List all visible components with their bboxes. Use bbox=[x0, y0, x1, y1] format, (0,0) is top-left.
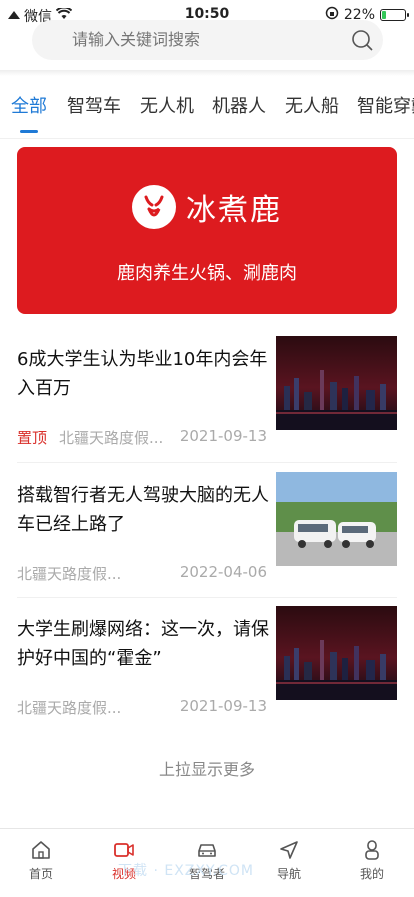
news-item[interactable]: 6成大学生认为毕业10年内会年入百万 置顶 北疆天路度假... 2021-09-… bbox=[0, 336, 414, 455]
news-meta: 置顶 北疆天路度假... 2021-09-13 bbox=[17, 427, 267, 448]
news-thumbnail[interactable] bbox=[276, 472, 397, 566]
tab-drone[interactable]: 无人机 bbox=[140, 92, 194, 118]
ad-banner[interactable]: 冰煮鹿 鹿肉养生火锅、涮鹿肉 bbox=[17, 147, 397, 314]
load-more-hint: 上拉显示更多 bbox=[158, 760, 255, 779]
nav-label: 我的 bbox=[359, 867, 384, 881]
tabs-divider bbox=[0, 138, 414, 139]
nav-profile[interactable]: 我的 bbox=[342, 839, 402, 882]
tab-robot[interactable]: 机器人 bbox=[212, 92, 266, 118]
news-source: 北疆天路度假... bbox=[17, 565, 122, 583]
banner-slogan: 鹿肉养生火锅、涮鹿肉 bbox=[117, 263, 297, 284]
navigation-icon bbox=[280, 841, 298, 859]
watermark: 下载 · EXZXY.COM bbox=[118, 863, 255, 879]
search-input[interactable] bbox=[72, 20, 342, 60]
news-thumbnail[interactable] bbox=[276, 606, 397, 700]
nav-home[interactable]: 首页 bbox=[11, 839, 71, 882]
news-item[interactable]: 搭载智行者无人驾驶大脑的无人车已经上路了 北疆天路度假... 2022-04-0… bbox=[0, 472, 414, 591]
car-icon bbox=[198, 844, 216, 857]
list-divider bbox=[17, 597, 397, 598]
news-date: 2021-09-13 bbox=[179, 697, 267, 715]
tab-smart-wearable[interactable]: 智能穿戴 bbox=[357, 92, 414, 118]
header-divider bbox=[0, 70, 414, 76]
news-source: 北疆天路度假... bbox=[17, 699, 122, 717]
deer-logo-icon bbox=[132, 185, 176, 229]
home-icon bbox=[32, 841, 50, 859]
banner-brand: 冰煮鹿 bbox=[186, 193, 282, 228]
news-source: 北疆天路度假... bbox=[59, 429, 164, 447]
nav-navigation[interactable]: 导航 bbox=[259, 839, 319, 882]
news-item[interactable]: 大学生刷爆网络：这一次，请保护好中国的“霍金” 北疆天路度假... 2021-0… bbox=[0, 606, 414, 725]
banner-logo-row: 冰煮鹿 bbox=[17, 185, 397, 229]
active-tab-indicator bbox=[20, 130, 38, 133]
news-meta: 北疆天路度假... 2021-09-13 bbox=[17, 697, 267, 718]
news-title[interactable]: 6成大学生认为毕业10年内会年入百万 bbox=[17, 345, 277, 403]
news-title[interactable]: 大学生刷爆网络：这一次，请保护好中国的“霍金” bbox=[17, 615, 277, 673]
search-bar[interactable] bbox=[32, 20, 383, 60]
search-icon[interactable] bbox=[351, 29, 373, 51]
news-meta: 北疆天路度假... 2022-04-06 bbox=[17, 563, 267, 584]
news-thumbnail[interactable] bbox=[276, 336, 397, 430]
pinned-tag: 置顶 bbox=[17, 429, 48, 447]
battery-icon bbox=[380, 9, 409, 21]
nav-label: 首页 bbox=[28, 867, 53, 881]
nav-label: 导航 bbox=[276, 867, 301, 881]
video-icon bbox=[114, 843, 134, 857]
news-date: 2022-04-06 bbox=[179, 563, 267, 581]
category-tabs: 全部 智驾车 无人机 机器人 无人船 智能穿戴 bbox=[0, 86, 414, 136]
tab-all[interactable]: 全部 bbox=[11, 92, 47, 118]
list-divider bbox=[17, 462, 397, 463]
tab-unmanned-boat[interactable]: 无人船 bbox=[285, 92, 339, 118]
news-date: 2021-09-13 bbox=[179, 427, 267, 445]
news-title[interactable]: 搭载智行者无人驾驶大脑的无人车已经上路了 bbox=[17, 481, 277, 539]
tab-smart-car[interactable]: 智驾车 bbox=[67, 92, 121, 118]
battery-fill bbox=[382, 11, 386, 19]
user-icon bbox=[365, 840, 379, 860]
